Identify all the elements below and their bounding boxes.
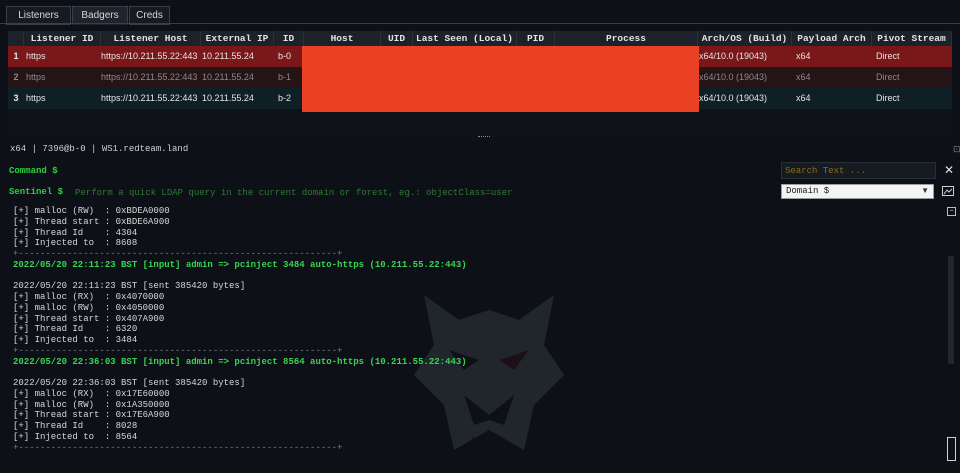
column-header-pivot-stream[interactable]: Pivot Stream	[872, 31, 952, 46]
sentinel-input[interactable]	[72, 184, 781, 201]
cell-id: b-2	[278, 93, 292, 103]
row-index: 3	[13, 93, 19, 103]
cell-payload-arch: x64	[796, 93, 811, 103]
column-header-pid[interactable]: PID	[517, 31, 555, 46]
console-line: +---------------------------------------…	[13, 442, 343, 453]
column-header-payload-arch[interactable]: Payload Arch	[792, 31, 872, 46]
row-index: 1	[13, 51, 19, 61]
console-line: [+] Thread Id : 6320	[13, 324, 138, 335]
console-line: 2022/05/20 22:36:03 BST [sent 385420 byt…	[13, 378, 246, 388]
cell-listener-host: https://10.211.55.22:443	[101, 93, 198, 103]
pane-splitter-handle[interactable]	[478, 136, 490, 140]
close-icon[interactable]: ✕	[944, 164, 954, 176]
row-index: 2	[13, 72, 19, 82]
sentinel-prompt-label: Sentinel $	[9, 187, 64, 197]
cell-listener-id: https	[26, 93, 46, 103]
scroll-up-icon[interactable]: −	[947, 207, 956, 216]
console-line: [+] Thread Id : 4304	[13, 227, 138, 238]
console-line: [+] Thread Id : 8028	[13, 421, 138, 431]
command-input[interactable]	[72, 162, 779, 181]
column-header-last-seen[interactable]: Last Seen (Local)	[413, 31, 517, 46]
cell-pivot-stream: Direct	[876, 72, 900, 82]
console-line: +---------------------------------------…	[13, 345, 343, 356]
column-header-arch-os[interactable]: Arch/OS (Build)	[698, 31, 792, 46]
console-line: [+] malloc (RW) : 0xBDEA0000	[13, 206, 170, 216]
scrollbar-thumb[interactable]	[948, 256, 954, 364]
command-prompt-label: Command $	[9, 166, 58, 176]
console-line: [+] malloc (RX) : 0x17E60000	[13, 388, 170, 399]
console-line: [+] malloc (RX) : 0x4070000	[13, 292, 165, 302]
console-line: +---------------------------------------…	[13, 249, 343, 259]
cell-arch-os: x64/10.0 (19043)	[699, 51, 768, 61]
cell-arch-os: x64/10.0 (19043)	[699, 72, 768, 82]
console-line: [+] Injected to : 3484	[13, 335, 138, 345]
console-line: [+] Injected to : 8564	[13, 431, 138, 442]
chevron-down-icon: ▼	[921, 186, 929, 195]
overlay-text-label: Text	[472, 435, 496, 449]
cell-pivot-stream: Direct	[876, 51, 900, 61]
scroll-down-button[interactable]	[947, 437, 956, 461]
cell-id: b-1	[278, 72, 292, 82]
cell-external-ip: 10.211.55.24	[202, 51, 254, 61]
console-line: 2022/05/20 22:11:23 BST [sent 385420 byt…	[13, 281, 246, 292]
screenshot-icon[interactable]	[942, 185, 954, 197]
cell-external-ip: 10.211.55.24	[202, 93, 254, 103]
domain-select[interactable]: Domain $ ▼	[781, 184, 934, 199]
cell-payload-arch: x64	[796, 51, 811, 61]
cell-arch-os: x64/10.0 (19043)	[699, 93, 768, 103]
expand-icon[interactable]: ⊡	[953, 144, 960, 155]
search-input[interactable]	[781, 162, 936, 179]
cell-listener-host: https://10.211.55.22:443	[101, 51, 198, 61]
console-line: 2022/05/20 22:36:03 BST [input] admin =>…	[13, 356, 467, 367]
redaction-box	[302, 46, 699, 112]
console-line: [+] Thread start : 0x407A900	[13, 313, 165, 324]
console-line: [+] Thread start : 0xBDE6A900	[13, 216, 170, 227]
column-header-external-ip[interactable]: External IP	[201, 31, 274, 46]
console-line: [+] malloc (RW) : 0x1A350000	[13, 399, 170, 410]
cell-external-ip: 10.211.55.24	[202, 72, 254, 82]
column-header-id[interactable]: ID	[274, 31, 304, 46]
cell-listener-id: https	[26, 51, 46, 61]
column-header-listener-host[interactable]: Listener Host	[101, 31, 201, 46]
column-header-listener-id[interactable]: Listener ID	[24, 31, 101, 46]
console-line: [+] Injected to : 8608	[13, 238, 138, 249]
domain-select-value: Domain $	[786, 186, 830, 196]
tab-divider	[0, 23, 960, 24]
console-line: [+] Thread start : 0x17E6A900	[13, 410, 170, 421]
table-header: Listener ID Listener Host External IP ID…	[8, 31, 952, 47]
cell-pivot-stream: Direct	[876, 93, 900, 103]
cell-listener-id: https	[26, 72, 46, 82]
tab-bar: Listeners Badgers Creds	[0, 0, 960, 25]
cell-id: b-0	[278, 51, 292, 61]
cell-payload-arch: x64	[796, 72, 811, 82]
console-line: [+] malloc (RW) : 0x4050000	[13, 302, 165, 313]
cell-listener-host: https://10.211.55.22:443	[101, 72, 198, 82]
column-header-index	[8, 31, 24, 46]
console-line: 2022/05/20 22:11:23 BST [input] admin =>…	[13, 259, 467, 270]
session-status: x64 | 7396@b-0 | WS1.redteam.land	[10, 144, 189, 154]
console-output[interactable]: [+] malloc (RW) : 0xBDEA0000 [+] Thread s…	[8, 205, 944, 467]
column-header-uid[interactable]: UID	[381, 31, 413, 46]
badgers-table: Listener ID Listener Host External IP ID…	[8, 31, 952, 141]
column-header-host[interactable]: Host	[304, 31, 381, 46]
column-header-process[interactable]: Process	[555, 31, 698, 46]
